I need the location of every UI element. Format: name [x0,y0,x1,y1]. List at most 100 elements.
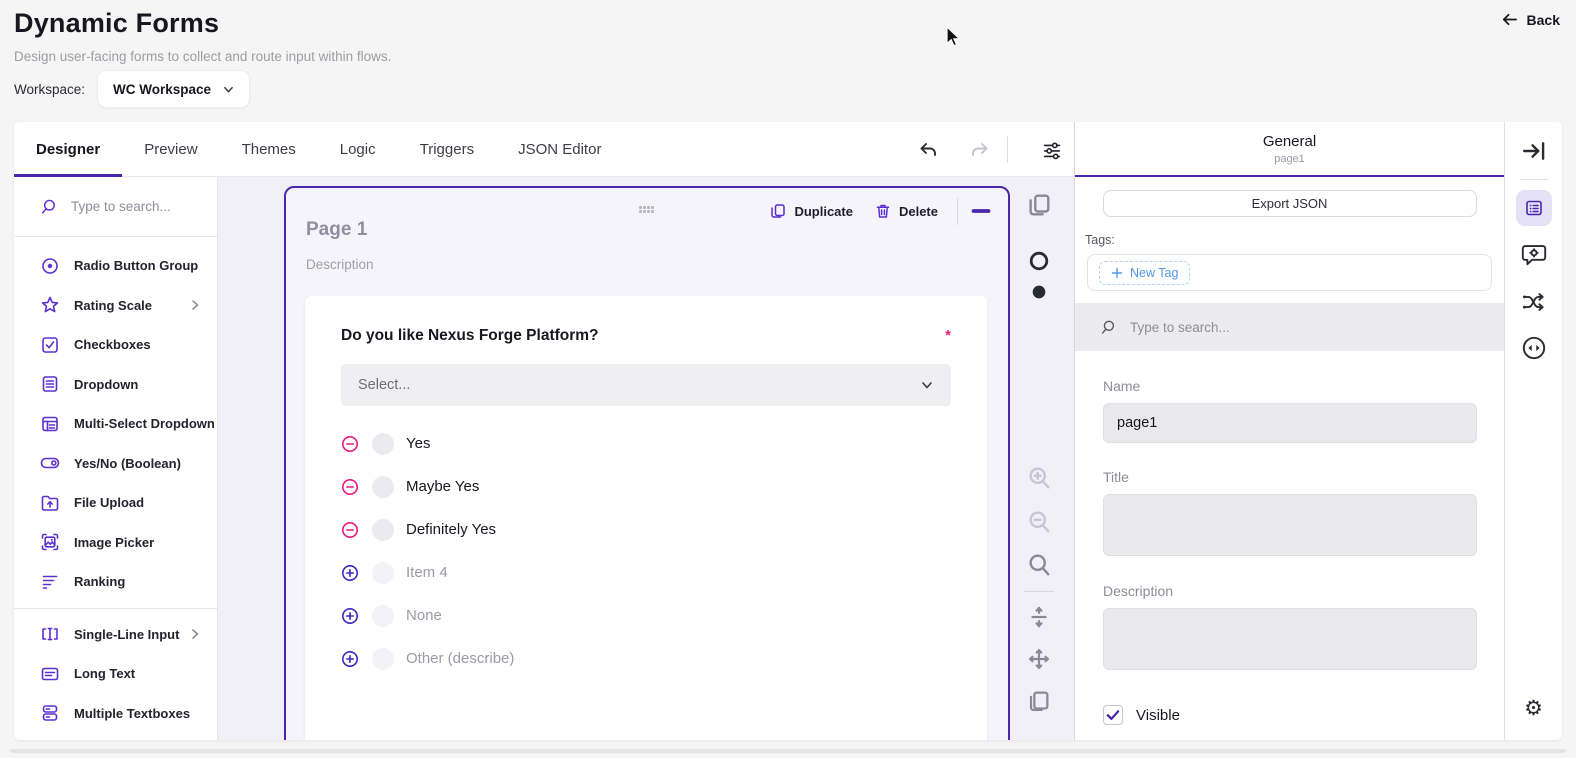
zoom-in-icon[interactable] [1026,465,1052,491]
page-subtitle: Design user-facing forms to collect and … [14,49,391,64]
fit-page-icon[interactable] [1026,604,1052,630]
general-settings-icon[interactable] [1516,190,1552,226]
delete-page-button[interactable]: Delete [864,203,949,219]
tab-triggers[interactable]: Triggers [398,122,496,177]
plus-icon [1111,267,1123,279]
title-field[interactable] [1103,494,1477,556]
toolbox-item-single-line-input[interactable]: Single-Line Input [14,615,217,655]
zoom-out-icon[interactable] [1026,509,1052,535]
toolbox-item-multiselect-dropdown[interactable]: Multi-Select Dropdown [14,404,217,444]
surface-settings-icon[interactable] [1028,122,1076,177]
add-choice-icon[interactable] [341,607,359,625]
toolbox-item-file-upload[interactable]: File Upload [14,483,217,523]
toolbox-item-long-text[interactable]: Long Text [14,654,217,694]
property-search [1075,303,1504,351]
question-dropdown[interactable]: Select... [341,364,951,406]
radio-placeholder [372,562,394,584]
logic-flow-icon[interactable] [1520,288,1548,316]
page-navigator-dot-outline[interactable] [1026,248,1052,274]
page-navigator-dot-filled[interactable] [1026,279,1052,305]
remove-choice-icon[interactable] [341,435,359,453]
toolbox-item-multiple-textboxes[interactable]: Multiple Textboxes [14,694,217,734]
description-field[interactable] [1103,608,1477,670]
add-choice-icon[interactable] [341,564,359,582]
page-name[interactable]: Page 1 [306,219,367,241]
visible-label: Visible [1136,707,1180,724]
chevron-down-icon [223,84,234,95]
redo-icon[interactable] [968,138,992,162]
toolbox-item-dropdown[interactable]: Dropdown [14,365,217,405]
tabs-bar: Designer Preview Themes Logic Triggers J… [14,122,1074,177]
visible-checkbox[interactable] [1103,705,1123,725]
history-actions [916,122,992,177]
tab-json-editor[interactable]: JSON Editor [496,122,623,177]
collapse-panel-icon[interactable] [1520,137,1548,165]
choice-row: Item 4 [341,551,951,594]
search-icon [40,198,58,216]
choice-row: Yes [341,422,951,465]
property-panel-header: General page1 [1075,122,1504,177]
property-search-input[interactable] [1130,320,1390,335]
new-tag-button[interactable]: New Tag [1099,261,1190,285]
move-surface-icon[interactable] [1026,646,1052,672]
page-title: Dynamic Forms [14,8,219,39]
toolbox-item-radio-button-group[interactable]: Radio Button Group [14,246,217,286]
chevron-right-icon[interactable] [189,628,201,640]
workspace-value: WC Workspace [113,82,211,97]
tab-preview[interactable]: Preview [122,122,219,177]
radio-placeholder [372,433,394,455]
back-button[interactable]: Back [1501,11,1560,28]
zoom-reset-icon[interactable] [1026,552,1052,578]
toolbox-item-checkboxes[interactable]: Checkboxes [14,325,217,365]
workspace-label: Workspace: [14,82,85,97]
question-card[interactable]: Do you like Nexus Forge Platform? * Sele… [305,296,987,740]
radio-placeholder [372,605,394,627]
duplicate-surface-icon[interactable] [1026,688,1052,714]
translation-icon[interactable] [1520,334,1548,362]
page-actions-divider [957,198,958,225]
visible-row: Visible [1103,705,1476,725]
creator-settings-gear-icon[interactable]: ⚙ [1520,694,1548,722]
choice-row: Definitely Yes [341,508,951,551]
mouse-cursor [946,26,965,48]
toolbox-item-ranking[interactable]: Ranking [14,562,217,602]
title-label: Title [1103,469,1476,485]
search-icon [1100,319,1117,336]
toolbox-group-divider [14,608,217,609]
comment-settings-icon[interactable] [1520,241,1548,269]
add-choice-icon[interactable] [341,650,359,668]
rating-scale-icon [40,295,60,315]
single-line-input-icon [40,624,60,644]
chevron-right-icon[interactable] [189,299,201,311]
name-field[interactable] [1103,403,1477,443]
undo-icon[interactable] [916,138,940,162]
duplicate-page-button[interactable]: Duplicate [759,203,864,219]
export-json-button[interactable]: Export JSON [1103,190,1477,217]
toolbox-item-image-picker[interactable]: Image Picker [14,523,217,563]
drag-handle-icon[interactable] [639,206,655,214]
question-title[interactable]: Do you like Nexus Forge Platform? [341,327,599,345]
collapse-page-icon[interactable] [966,196,996,226]
toolbar-divider [1007,136,1008,163]
toolbox-list: Radio Button Group Rating Scale Checkbox… [14,237,217,733]
toolbox-item-rating-scale[interactable]: Rating Scale [14,286,217,326]
app-root: Dynamic Forms Design user-facing forms t… [0,0,1576,758]
trash-icon [875,203,891,219]
property-panel-title: General [1075,133,1504,150]
tab-logic[interactable]: Logic [318,122,398,177]
description-label: Description [1103,583,1476,599]
remove-choice-icon[interactable] [341,521,359,539]
multiselect-dropdown-icon [40,414,60,434]
required-marker: * [945,327,951,344]
bottom-scrollbar[interactable] [10,749,1566,753]
workspace-select[interactable]: WC Workspace [97,70,250,108]
remove-choice-icon[interactable] [341,478,359,496]
toolbox-item-boolean[interactable]: Yes/No (Boolean) [14,444,217,484]
page-card[interactable]: Duplicate Delete Page 1 Description Do y… [284,186,1010,740]
tab-designer[interactable]: Designer [14,122,122,177]
toolbox-search-input[interactable] [71,199,191,214]
page-description-placeholder[interactable]: Description [306,257,374,272]
tab-themes[interactable]: Themes [220,122,318,177]
page-copy-icon[interactable] [1026,192,1052,218]
strip-divider [1520,179,1548,180]
